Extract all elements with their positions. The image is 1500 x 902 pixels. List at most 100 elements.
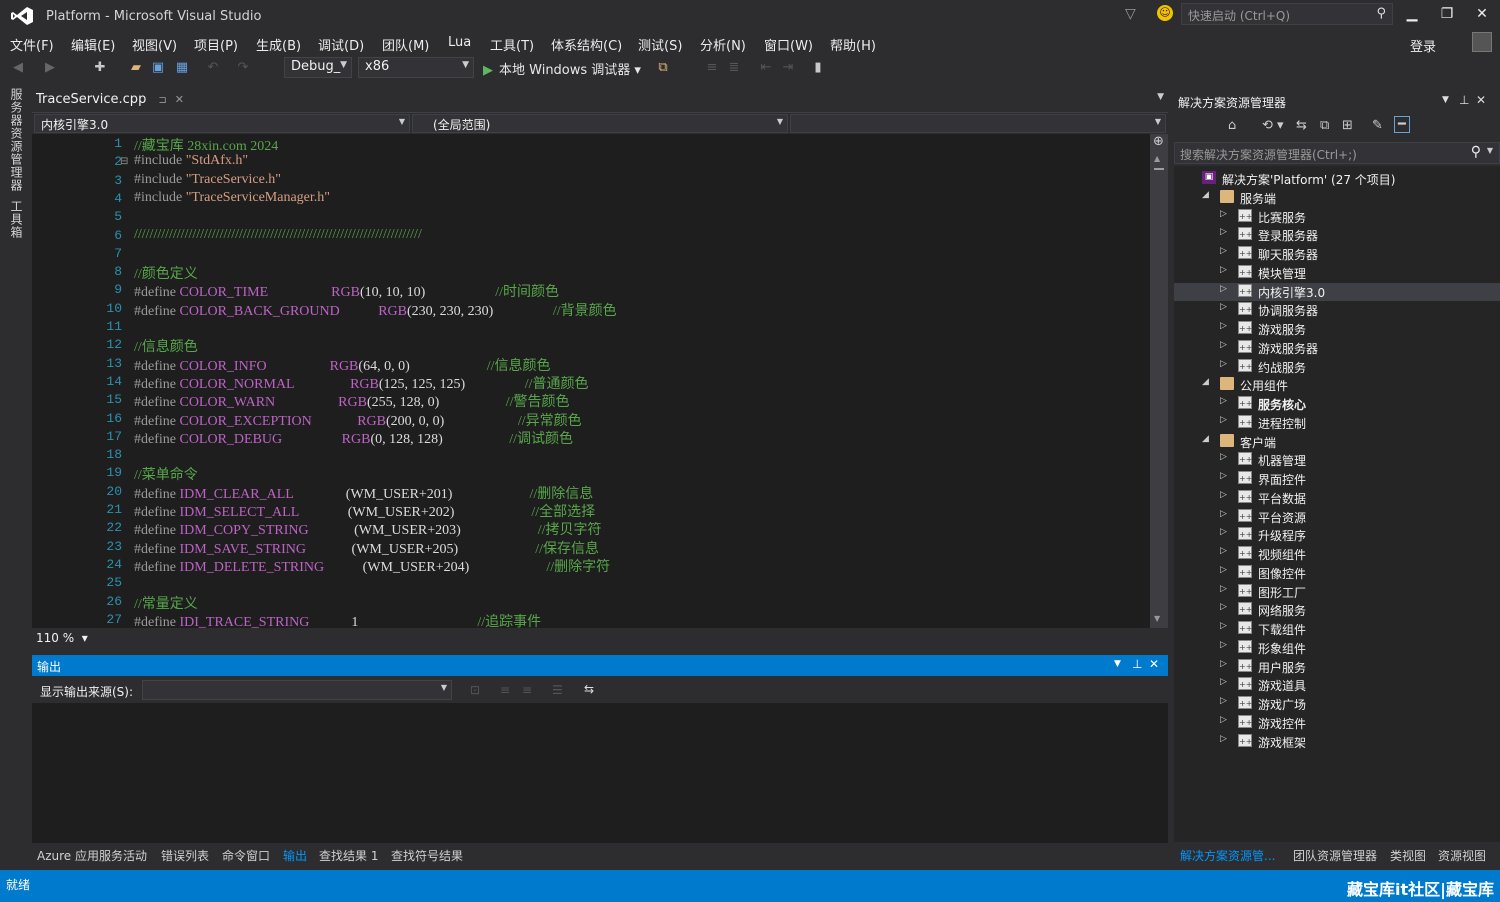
tree-project[interactable]: ▷ ++ 游戏道具 bbox=[1174, 676, 1500, 694]
account-avatar-icon[interactable] bbox=[1472, 32, 1492, 52]
code-editor[interactable]: 1 2 3 4 5 6 7 8 9 10 11 12 13 14 15 16 17 18 19 20 21 22 23 24 2… bbox=[32, 134, 1168, 628]
menu-tools[interactable]: 工具(T) bbox=[490, 35, 534, 54]
tab-find-symbol-results[interactable]: 查找符号结果 bbox=[391, 847, 463, 864]
member-navigation-select[interactable]: ▼ bbox=[790, 114, 1166, 133]
collapse-all-icon[interactable]: ━ bbox=[1394, 116, 1410, 133]
collapsed-arrow-icon[interactable]: ▷ bbox=[1220, 452, 1227, 462]
scroll-up-icon[interactable]: ▲ bbox=[1154, 154, 1160, 163]
tree-project[interactable]: ▷ ++ 内核引擎3.0 bbox=[1174, 282, 1500, 301]
tab-solution-explorer[interactable]: 解决方案资源管... bbox=[1180, 847, 1275, 864]
vertical-scrollbar[interactable]: ⊕ ▲ ▼ bbox=[1150, 134, 1168, 628]
tree-project[interactable]: ▷ ++ 界面控件 bbox=[1174, 470, 1500, 488]
quick-launch-input[interactable]: 快速启动 (Ctrl+Q) ⚲ bbox=[1181, 3, 1393, 25]
collapsed-arrow-icon[interactable]: ▷ bbox=[1220, 246, 1227, 256]
notification-filter-icon[interactable]: ▽ bbox=[1125, 6, 1136, 22]
collapse-outline-icon[interactable]: ⊟ bbox=[120, 156, 128, 167]
collapsed-arrow-icon[interactable]: ▷ bbox=[1220, 734, 1227, 744]
menu-build[interactable]: 生成(B) bbox=[256, 35, 301, 54]
menu-window[interactable]: 窗口(W) bbox=[764, 35, 813, 54]
pin-icon[interactable]: ⊐ bbox=[158, 95, 166, 106]
maximize-icon[interactable]: ❐ bbox=[1437, 6, 1457, 22]
tree-project[interactable]: ▷ ++ 协调服务器 bbox=[1174, 301, 1500, 319]
output-source-select[interactable]: ▼ bbox=[142, 680, 452, 700]
collapsed-arrow-icon[interactable]: ▷ bbox=[1220, 396, 1227, 406]
solution-explorer-search-input[interactable]: 搜索解决方案资源管理器(Ctrl+;) ⚲ ▼ bbox=[1174, 142, 1500, 164]
collapsed-arrow-icon[interactable]: ▷ bbox=[1220, 602, 1227, 612]
collapsed-arrow-icon[interactable]: ▷ bbox=[1220, 659, 1227, 669]
scroll-down-icon[interactable]: ▼ bbox=[1154, 614, 1160, 623]
tree-project[interactable]: ▷ ++ 图像控件 bbox=[1174, 564, 1500, 582]
start-debugging-button[interactable]: ▶ 本地 Windows 调试器 ▾ bbox=[483, 59, 641, 78]
login-link[interactable]: 登录 bbox=[1410, 36, 1436, 55]
tab-command-window[interactable]: 命令窗口 bbox=[222, 847, 270, 864]
show-all-files-icon[interactable]: ⊞ bbox=[1342, 118, 1353, 133]
split-window-icon[interactable]: ⊕ bbox=[1153, 134, 1164, 149]
menu-test[interactable]: 测试(S) bbox=[638, 35, 682, 54]
tree-project[interactable]: ▷ ++ 平台资源 bbox=[1174, 508, 1500, 526]
collapsed-arrow-icon[interactable]: ▷ bbox=[1220, 677, 1227, 687]
tab-azure-activity[interactable]: Azure 应用服务活动 bbox=[37, 847, 147, 864]
tree-project[interactable]: ▷ ++ 用户服务 bbox=[1174, 658, 1500, 676]
pending-changes-filter-icon[interactable]: ⟲ ▾ bbox=[1262, 118, 1284, 133]
collapsed-arrow-icon[interactable]: ▷ bbox=[1220, 715, 1227, 725]
tab-class-view[interactable]: 类视图 bbox=[1390, 847, 1426, 864]
close-tab-icon[interactable]: ✕ bbox=[175, 93, 184, 106]
expanded-arrow-icon[interactable]: ◢ bbox=[1202, 377, 1209, 387]
toolbox-tab[interactable]: 工具箱 bbox=[8, 200, 25, 239]
expanded-arrow-icon[interactable]: ◢ bbox=[1202, 434, 1209, 444]
tree-solution[interactable]: ▣ 解决方案'Platform' (27 个项目) bbox=[1174, 170, 1500, 188]
close-icon[interactable]: ✕ bbox=[1472, 6, 1492, 22]
clear-all-icon[interactable]: ☰ bbox=[552, 683, 563, 697]
tree-project[interactable]: ▷ ++ 平台数据 bbox=[1174, 489, 1500, 507]
tab-find-results-1[interactable]: 查找结果 1 bbox=[319, 847, 378, 864]
menu-help[interactable]: 帮助(H) bbox=[830, 35, 876, 54]
expanded-arrow-icon[interactable]: ◢ bbox=[1202, 190, 1209, 200]
tree-project[interactable]: ▷ ++ 比赛服务 bbox=[1174, 208, 1500, 226]
find-in-files-icon[interactable]: ⧉ bbox=[655, 60, 671, 76]
menu-edit[interactable]: 编辑(E) bbox=[71, 35, 115, 54]
search-options-dropdown-icon[interactable]: ▼ bbox=[1487, 146, 1493, 155]
scope-navigation-select[interactable]: (全局范围) ▼ bbox=[412, 114, 788, 133]
outdent-icon[interactable]: ⇤ bbox=[758, 60, 774, 76]
save-icon[interactable]: ▣ bbox=[150, 60, 166, 76]
menu-architecture[interactable]: 体系结构(C) bbox=[551, 35, 622, 54]
menu-team[interactable]: 团队(M) bbox=[382, 35, 429, 54]
zoom-select[interactable]: 110 % ▾ bbox=[36, 631, 88, 645]
back-icon[interactable]: ◀ bbox=[10, 60, 26, 76]
collapsed-arrow-icon[interactable]: ▷ bbox=[1220, 621, 1227, 631]
minimize-icon[interactable]: ▁ bbox=[1402, 6, 1422, 22]
tree-project[interactable]: ▷ ++ 网络服务 bbox=[1174, 601, 1500, 619]
tree-project[interactable]: ▷ ++ 机器管理 bbox=[1174, 451, 1500, 469]
collapsed-arrow-icon[interactable]: ▷ bbox=[1220, 302, 1227, 312]
collapsed-arrow-icon[interactable]: ▷ bbox=[1220, 359, 1227, 369]
uncomment-icon[interactable]: ≣ bbox=[726, 60, 742, 76]
tree-project[interactable]: ▷ ++ 进程控制 bbox=[1174, 414, 1500, 432]
open-file-icon[interactable]: ▰ bbox=[128, 60, 144, 76]
solution-configuration-select[interactable]: Debug_ ▼ bbox=[284, 57, 352, 78]
refresh-icon[interactable]: ⧉ bbox=[1320, 118, 1329, 133]
solution-platform-select[interactable]: x86 ▼ bbox=[358, 57, 474, 78]
tree-folder[interactable]: ◢ 客户端 bbox=[1174, 433, 1500, 451]
bookmark-icon[interactable]: ▮ bbox=[810, 60, 826, 76]
auto-hide-pin-icon[interactable]: ⊥ bbox=[1459, 93, 1469, 107]
tree-project[interactable]: ▷ ++ 登录服务器 bbox=[1174, 226, 1500, 244]
indent-icon[interactable]: ⇥ bbox=[780, 60, 796, 76]
collapsed-arrow-icon[interactable]: ▷ bbox=[1220, 321, 1227, 331]
tab-error-list[interactable]: 错误列表 bbox=[161, 847, 209, 864]
tree-project[interactable]: ▷ ++ 升级程序 bbox=[1174, 526, 1500, 544]
find-message-icon[interactable]: ⊡ bbox=[470, 683, 480, 697]
tree-project[interactable]: ▷ ++ 模块管理 bbox=[1174, 264, 1500, 282]
collapsed-arrow-icon[interactable]: ▷ bbox=[1220, 527, 1227, 537]
collapsed-arrow-icon[interactable]: ▷ bbox=[1220, 209, 1227, 219]
window-position-dropdown-icon[interactable]: ▼ bbox=[1114, 659, 1121, 669]
tab-resource-view[interactable]: 资源视图 bbox=[1438, 847, 1486, 864]
window-position-dropdown-icon[interactable]: ▼ bbox=[1442, 95, 1449, 105]
collapsed-arrow-icon[interactable]: ▷ bbox=[1220, 546, 1227, 556]
collapsed-arrow-icon[interactable]: ▷ bbox=[1220, 340, 1227, 350]
tree-project[interactable]: ▷ ++ 聊天服务器 bbox=[1174, 245, 1500, 263]
next-message-icon[interactable]: ≡ bbox=[522, 683, 532, 697]
collapsed-arrow-icon[interactable]: ▷ bbox=[1220, 471, 1227, 481]
menu-analyze[interactable]: 分析(N) bbox=[700, 35, 746, 54]
sync-with-document-icon[interactable]: ⇆ bbox=[1296, 118, 1307, 133]
tree-project[interactable]: ▷ ++ 视频组件 bbox=[1174, 545, 1500, 563]
